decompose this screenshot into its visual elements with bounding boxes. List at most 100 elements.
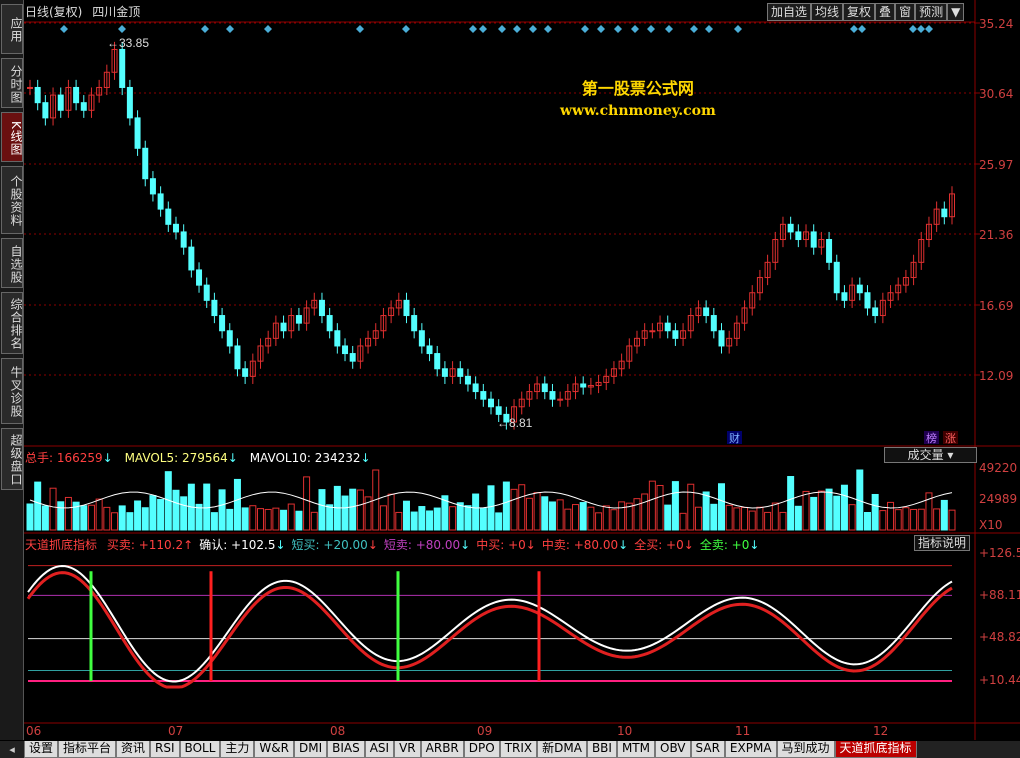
volume-bar (802, 490, 810, 531)
volume-bar (233, 478, 241, 531)
arrow-icon: ↓ (275, 538, 286, 552)
candle-body (649, 330, 656, 333)
tab-BIAS[interactable]: BIAS (327, 741, 365, 758)
volume-bar (449, 506, 457, 531)
tab-RSI[interactable]: RSI (150, 741, 180, 758)
tab-W&R[interactable]: W&R (254, 741, 294, 758)
candle-body (334, 330, 341, 347)
candle-body (134, 117, 141, 149)
volume-bar (287, 503, 295, 531)
tab-SAR[interactable]: SAR (690, 741, 725, 758)
watermark: 第一股票公式网 www.chnmoney.com (560, 75, 716, 119)
indicator-explain-button[interactable]: 指标说明 (914, 535, 971, 551)
tab-OBV[interactable]: OBV (655, 741, 691, 758)
price-tick: 30.64 (979, 87, 1014, 101)
volume-bar (303, 476, 311, 531)
candle-body (219, 315, 226, 332)
candle-body (27, 86, 33, 89)
volume-bar (587, 506, 595, 531)
high-label: ←33.85 (107, 36, 149, 50)
candle-body (119, 48, 126, 88)
arrow-icon: ↓ (367, 538, 378, 552)
volume-bar (810, 496, 818, 531)
volume-bar (940, 499, 948, 531)
candle-body (472, 383, 479, 393)
tab-主力[interactable]: 主力 (220, 741, 255, 758)
candle-body (403, 299, 410, 317)
signal-diamond (356, 25, 364, 33)
x-tick: 07 (168, 724, 184, 738)
volume-bar (487, 485, 495, 531)
signal-diamond (665, 25, 673, 33)
tab-新DMA[interactable]: 新DMA (537, 741, 587, 758)
scroll-left-icon[interactable]: ◂ (0, 741, 24, 758)
arrow-down-icon: ↓ (227, 451, 238, 465)
indicator-value-2: 短买: +20.00 (291, 538, 368, 552)
tab-MTM[interactable]: MTM (616, 741, 655, 758)
tab-指标平台[interactable]: 指标平台 (58, 741, 117, 758)
volume-bar (433, 507, 441, 531)
signal-diamond (917, 25, 925, 33)
candle-body (488, 398, 494, 408)
tab-EXPMA[interactable]: EXPMA (724, 741, 777, 758)
volume-bar (671, 481, 679, 531)
signal-diamond (850, 25, 858, 33)
signal-diamond (118, 25, 126, 33)
volume-bar (664, 504, 672, 531)
tab-DMI[interactable]: DMI (293, 741, 328, 758)
candle-body (196, 269, 203, 286)
candle-body (280, 322, 287, 332)
indicator-select[interactable]: 成交量 ▾ (884, 447, 977, 463)
signal-diamond (597, 25, 605, 33)
volume-bar (564, 508, 572, 531)
volume-bar (226, 508, 234, 531)
tab-BOLL[interactable]: BOLL (179, 741, 221, 758)
candle-body (441, 368, 448, 377)
candle-body (188, 246, 195, 271)
volume-bar (817, 490, 825, 531)
volume-bar (134, 500, 142, 531)
candle-body (57, 94, 64, 111)
indicator-value-6: 全买: +0 (634, 538, 684, 552)
candle-body (833, 261, 840, 294)
candle-body (787, 223, 794, 233)
tab-DPO[interactable]: DPO (463, 741, 500, 758)
volume-bar (341, 495, 349, 531)
volume-bar (579, 502, 587, 531)
volume-bar (426, 510, 434, 531)
volume-bar (572, 504, 580, 531)
volume-bar (464, 505, 472, 531)
candle-body (810, 231, 817, 248)
indicator-header: 天道抓底指标 买卖: +110.2↑ 确认: +102.5↓ 短买: +20.00↓… (25, 536, 759, 553)
volume-bar (602, 505, 610, 531)
signal-diamond (631, 25, 639, 33)
signal-diamond (469, 25, 477, 33)
volume-bar (479, 507, 487, 531)
candle-body (211, 299, 218, 317)
tab-ARBR[interactable]: ARBR (420, 741, 464, 758)
candle-body (172, 223, 179, 233)
candle-body (326, 315, 333, 332)
tab-天道抓底指标[interactable]: 天道抓底指标 (834, 741, 917, 758)
candle-body (495, 406, 502, 415)
tab-TRIX[interactable]: TRIX (499, 741, 538, 758)
volume-bar (840, 484, 848, 531)
tab-ASI[interactable]: ASI (364, 741, 395, 758)
tab-BBI[interactable]: BBI (586, 741, 617, 758)
volume-bar (502, 481, 510, 531)
candle-body (242, 368, 249, 377)
volume-bar (948, 509, 956, 531)
volume-tick: 24989 (979, 492, 1018, 506)
tab-设置[interactable]: 设置 (24, 741, 59, 758)
candle-body (841, 292, 848, 301)
chevron-down-icon: ▾ (947, 448, 954, 462)
tab-资讯[interactable]: 资讯 (116, 741, 151, 758)
candle-body (549, 391, 556, 400)
tab-VR[interactable]: VR (394, 741, 421, 758)
volume-bar (833, 495, 841, 531)
tab-马到成功[interactable]: 马到成功 (776, 741, 835, 758)
volume-bar (756, 506, 764, 531)
arrow-icon: ↓ (618, 538, 629, 552)
volume-bar (149, 495, 157, 531)
volume-bar (641, 493, 649, 531)
